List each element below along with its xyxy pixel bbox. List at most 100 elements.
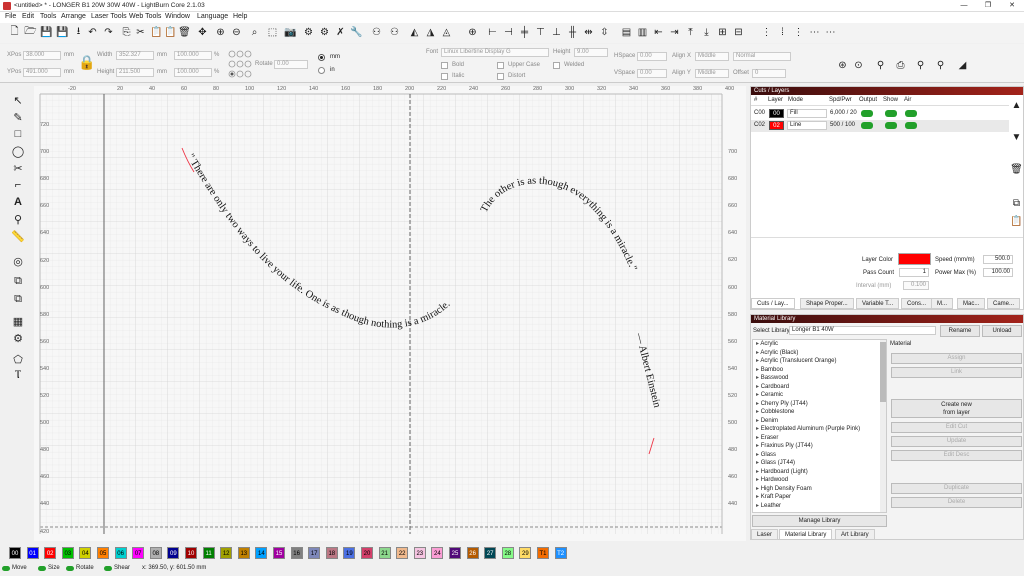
interval-field[interactable]: 0.100 <box>903 281 929 290</box>
pass-count-field[interactable]: 1 <box>899 268 929 277</box>
list-item[interactable]: ▸ Cardboard <box>753 383 886 392</box>
delete-icon[interactable]: 🗑 <box>178 26 191 39</box>
uppercase-checkbox[interactable] <box>497 62 504 69</box>
palette-swatch-T1[interactable]: T1 <box>537 547 549 559</box>
offset-field[interactable]: 0 <box>752 69 786 78</box>
list-item[interactable]: ▸ Glass (JT44) <box>753 459 886 468</box>
list-item[interactable]: ▸ Leather <box>753 502 886 511</box>
palette-swatch-29[interactable]: 29 <box>519 547 532 559</box>
copy-icon[interactable]: ⎘ <box>120 26 133 39</box>
list-item[interactable]: ▸ Acrylic (Translucent Orange) <box>753 357 886 366</box>
in-radio[interactable] <box>318 67 325 74</box>
paste-layer-icon[interactable]: 📋 <box>1010 215 1023 228</box>
center-icon[interactable]: ⊙ <box>852 59 865 72</box>
wrench-icon[interactable]: 🔧 <box>350 26 363 39</box>
align-tool-icon[interactable]: ⚇ <box>370 26 383 39</box>
palette-swatch-22[interactable]: 22 <box>396 547 409 559</box>
bold-checkbox[interactable] <box>441 62 448 69</box>
font-select[interactable]: Linux Libertine Display G <box>441 48 549 57</box>
distort-checkbox[interactable] <box>497 73 504 80</box>
menu-help[interactable]: Help <box>233 13 247 20</box>
palette-swatch-16[interactable]: 16 <box>290 547 303 559</box>
speed-field[interactable]: 500.0 <box>983 255 1013 264</box>
palette-swatch-02[interactable]: 02 <box>44 547 57 559</box>
list-item[interactable]: ▸ Glass <box>753 451 886 460</box>
create-from-layer-button[interactable]: Create new from layer <box>891 399 1022 418</box>
cut-icon[interactable]: ✂ <box>134 26 147 39</box>
ellipse-icon[interactable]: ◯ <box>11 144 25 158</box>
select-arrow-icon[interactable]: ↖ <box>11 93 25 107</box>
palette-swatch-18[interactable]: 18 <box>325 547 338 559</box>
output-toggle[interactable] <box>861 122 873 129</box>
power-max-field[interactable]: 100.00 <box>983 268 1013 277</box>
menu-edit[interactable]: Edit <box>22 13 34 20</box>
palette-swatch-11[interactable]: 11 <box>202 547 215 559</box>
ypos-field[interactable]: 491.000 <box>23 68 61 77</box>
menu-web-tools[interactable]: Web Tools <box>129 13 161 20</box>
mode-select[interactable]: Fill <box>787 109 827 118</box>
camera-trace-icon[interactable]: ⊛ <box>836 59 849 72</box>
show-toggle[interactable] <box>885 110 897 117</box>
xpos-field[interactable]: 38.000 <box>23 51 61 60</box>
mm-radio[interactable] <box>318 54 325 61</box>
palette-swatch-T2[interactable]: T2 <box>554 547 567 559</box>
undo-icon[interactable]: ↶ <box>86 26 99 39</box>
palette-swatch-24[interactable]: 24 <box>431 547 444 559</box>
import-icon[interactable]: ⭳ <box>72 26 85 39</box>
tab-variable-text[interactable]: Variable T... <box>856 298 900 309</box>
align-top-icon[interactable]: ⊤ <box>534 26 547 39</box>
palette-swatch-17[interactable]: 17 <box>308 547 321 559</box>
update-button[interactable]: Update <box>891 436 1022 447</box>
align-vcenter-icon[interactable]: ╫ <box>566 26 579 39</box>
height-percent-field[interactable]: 100.000 <box>174 68 212 77</box>
flip-horizontal-icon[interactable]: ◭ <box>408 26 421 39</box>
paste-icon[interactable]: 📋 <box>150 26 163 39</box>
tab-camera[interactable]: Came... <box>987 298 1021 309</box>
palette-swatch-03[interactable]: 03 <box>61 547 74 559</box>
list-item[interactable]: ▸ Eraser <box>753 434 886 443</box>
palette-swatch-25[interactable]: 25 <box>449 547 461 559</box>
zoom-out-icon[interactable]: ⊖ <box>230 26 243 39</box>
palette-swatch-23[interactable]: 23 <box>413 547 426 559</box>
delete-button[interactable]: Delete <box>891 497 1022 508</box>
measure-icon[interactable]: 📏 <box>11 229 25 243</box>
palette-swatch-27[interactable]: 27 <box>484 547 497 559</box>
boolean-union-icon[interactable]: ⧉ <box>11 274 25 288</box>
open-folder-icon[interactable]: 🗁 <box>24 26 37 39</box>
align-center-icon[interactable]: ⊕ <box>466 26 479 39</box>
list-item[interactable]: ▸ Ceramic <box>753 391 886 400</box>
palette-swatch-05[interactable]: 05 <box>97 547 109 559</box>
dock-left-icon[interactable]: ⇤ <box>652 26 665 39</box>
size-toggle[interactable] <box>38 566 46 571</box>
palette-swatch-10[interactable]: 10 <box>185 547 197 559</box>
list-item[interactable]: ▸ Bamboo <box>753 366 886 375</box>
layer-color-swatch[interactable] <box>898 253 931 265</box>
distribute-center-icon[interactable]: ⁞ <box>776 26 789 39</box>
align-right-icon[interactable]: ⊣ <box>502 26 515 39</box>
manage-library-button[interactable]: Manage Library <box>752 515 887 527</box>
palette-swatch-12[interactable]: 12 <box>220 547 233 559</box>
group-icon[interactable]: ⚇ <box>388 26 401 39</box>
circular-array-icon[interactable]: ⚙ <box>11 331 25 345</box>
same-height-icon[interactable]: ▥ <box>636 26 649 39</box>
list-item[interactable]: ▸ Acrylic <box>753 340 886 349</box>
palette-swatch-13[interactable]: 13 <box>237 547 250 559</box>
redo-icon[interactable]: ↷ <box>102 26 115 39</box>
save-as-icon[interactable]: 💾 <box>56 26 69 39</box>
scissors-icon[interactable]: ✂ <box>11 161 25 175</box>
marker-2-icon[interactable]: ⚲ <box>934 59 947 72</box>
new-file-icon[interactable]: 🗋 <box>8 26 21 39</box>
minimize-button[interactable]: — <box>952 0 976 12</box>
align-left-icon[interactable]: ⊢ <box>486 26 499 39</box>
distribute-bottom-icon[interactable]: ⋯ <box>824 26 837 39</box>
flip-vertical-icon[interactable]: ◮ <box>424 26 437 39</box>
move-icon[interactable]: ✥ <box>196 26 209 39</box>
vspace-field[interactable]: 0.00 <box>637 69 667 78</box>
mode-select[interactable]: Line <box>787 121 827 130</box>
list-item[interactable]: ▸ Fraxinus Ply (JT44) <box>753 442 886 451</box>
menu-tools[interactable]: Tools <box>40 13 56 20</box>
list-item[interactable]: ▸ Electroplated Aluminum (Purple Pink) <box>753 425 886 434</box>
rotary-icon[interactable]: ⚲ <box>874 59 887 72</box>
grid-array-icon[interactable]: ▦ <box>11 314 25 328</box>
shear-toggle[interactable] <box>104 566 112 571</box>
